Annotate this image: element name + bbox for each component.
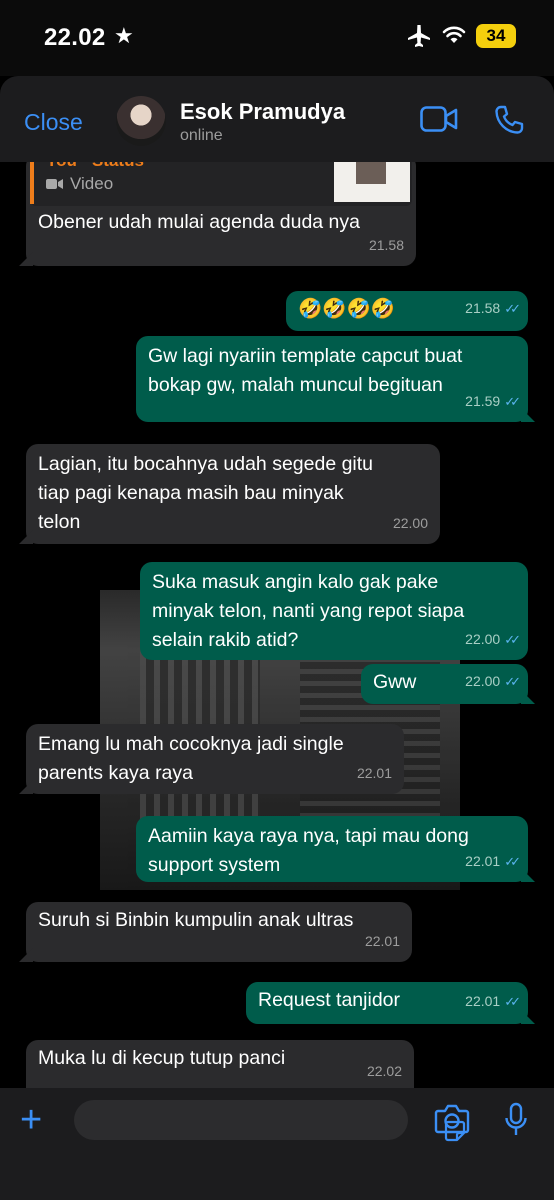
message-bubble-incoming[interactable]: Muka lu di kecup tutup panci 22.02 [26, 1040, 414, 1088]
message-bubble-incoming[interactable]: Emang lu mah cocoknya jadi single parent… [19, 724, 404, 794]
reply-preview[interactable]: You · Status Video [30, 162, 412, 206]
message-text: Suruh si Binbin kumpulin anak ultras [38, 909, 354, 931]
airplane-icon [408, 25, 430, 47]
bubble-tail [19, 530, 33, 544]
video-icon [46, 178, 63, 189]
message-time: 22.02 [366, 1063, 402, 1079]
composer-bar: + [0, 1088, 554, 1200]
message-meta: 22.00 ✓✓ [465, 625, 521, 654]
message-meta: 22.01 [365, 927, 400, 956]
read-ticks-icon: ✓✓ [504, 632, 521, 647]
bubble-tail [521, 868, 535, 882]
presence-status: online [180, 127, 223, 144]
message-bubble-outgoing[interactable]: Suka masuk angin kalo gak pake minyak te… [140, 562, 528, 660]
camera-icon[interactable] [434, 1104, 470, 1134]
message-list[interactable]: You · Status Video Obener udah mulai age… [0, 162, 554, 1088]
message-bubble-incoming[interactable]: You · Status Video Obener udah mulai age… [19, 162, 416, 266]
read-ticks-icon: ✓✓ [504, 394, 521, 409]
message-meta: 22.01 ✓✓ [465, 847, 521, 876]
message-input[interactable] [74, 1100, 466, 1142]
read-ticks-icon: ✓✓ [504, 301, 521, 316]
message-bubble-incoming[interactable]: Lagian, itu bocahnya udah segede gitu ti… [19, 444, 440, 544]
message-bubble-outgoing[interactable]: Aamiin kaya raya nya, tapi mau dong supp… [136, 816, 535, 882]
read-ticks-icon: ✓✓ [504, 854, 521, 869]
microphone-icon[interactable] [504, 1102, 528, 1138]
message-time: 22.01 [465, 993, 501, 1009]
status-time: 22.02 [44, 24, 106, 51]
reply-thumbnail [334, 162, 410, 202]
message-bubble-outgoing[interactable]: Request tanjidor 22.01 ✓✓ [246, 982, 535, 1024]
close-button[interactable]: Close [24, 109, 83, 136]
video-call-icon[interactable] [420, 106, 458, 132]
message-bubble-outgoing[interactable]: Gww 22.00 ✓✓ [361, 664, 535, 704]
bubble-tail [521, 1010, 535, 1024]
message-text: Emang lu mah cocoknya jadi single parent… [38, 733, 344, 784]
message-meta: 21.59 ✓✓ [465, 387, 521, 416]
message-time: 22.00 [392, 515, 428, 531]
battery-indicator: 34 [476, 24, 516, 48]
message-time: 22.01 [364, 933, 400, 949]
message-text: Lagian, itu bocahnya udah segede gitu ti… [38, 453, 374, 533]
message-time: 21.59 [465, 393, 501, 409]
message-meta: 21.58 [369, 231, 404, 260]
message-time: 22.01 [465, 853, 501, 869]
bubble-tail [521, 690, 535, 704]
phone-call-icon[interactable] [494, 105, 524, 135]
bubble-tail [19, 948, 33, 962]
message-text: Aamiin kaya raya nya, tapi mau dong supp… [148, 825, 469, 876]
message-text: Obener udah mulai agenda duda nya [38, 211, 360, 233]
message-time: 21.58 [368, 237, 404, 253]
avatar[interactable] [116, 96, 166, 146]
reply-media-label: Video [70, 174, 114, 193]
message-text: Suka masuk angin kalo gak pake minyak te… [152, 571, 465, 651]
message-time: 22.00 [465, 673, 501, 689]
bubble-tail [521, 408, 535, 422]
bubble-tail [19, 252, 33, 266]
read-ticks-icon: ✓✓ [504, 674, 521, 689]
message-meta: 22.01 ✓✓ [465, 987, 521, 1016]
contact-name[interactable]: Esok Pramudya [180, 99, 345, 125]
message-meta: 22.01 [357, 759, 392, 788]
message-text: Gw lagi nyariin template capcut buat bok… [148, 345, 463, 396]
plus-icon[interactable]: + [20, 1101, 42, 1139]
star-icon: ★ [114, 23, 134, 48]
read-ticks-icon: ✓✓ [504, 994, 521, 1009]
message-time: 22.01 [356, 765, 392, 781]
message-bubble-outgoing[interactable]: Gw lagi nyariin template capcut buat bok… [136, 336, 535, 422]
message-meta: 22.00 ✓✓ [465, 667, 521, 696]
message-meta: 22.02 [367, 1057, 402, 1086]
reply-media: Video [46, 169, 113, 198]
message-time: 22.00 [465, 631, 501, 647]
chat-header: Close Esok Pramudya online [0, 76, 554, 162]
message-meta: 21.58 ✓✓ [465, 294, 521, 323]
message-bubble-incoming[interactable]: Suruh si Binbin kumpulin anak ultras 22.… [19, 902, 412, 962]
message-bubble-outgoing[interactable]: 🤣🤣🤣🤣 21.58 ✓✓ [286, 291, 528, 331]
message-text: Muka lu di kecup tutup panci [38, 1047, 286, 1069]
message-meta: 22.00 [393, 509, 428, 538]
status-bar: 22.02 ★ 34 [0, 0, 554, 76]
message-time: 21.58 [465, 300, 501, 316]
wifi-icon [442, 26, 466, 43]
reply-accent-bar [30, 162, 34, 204]
bubble-tail [19, 780, 33, 794]
